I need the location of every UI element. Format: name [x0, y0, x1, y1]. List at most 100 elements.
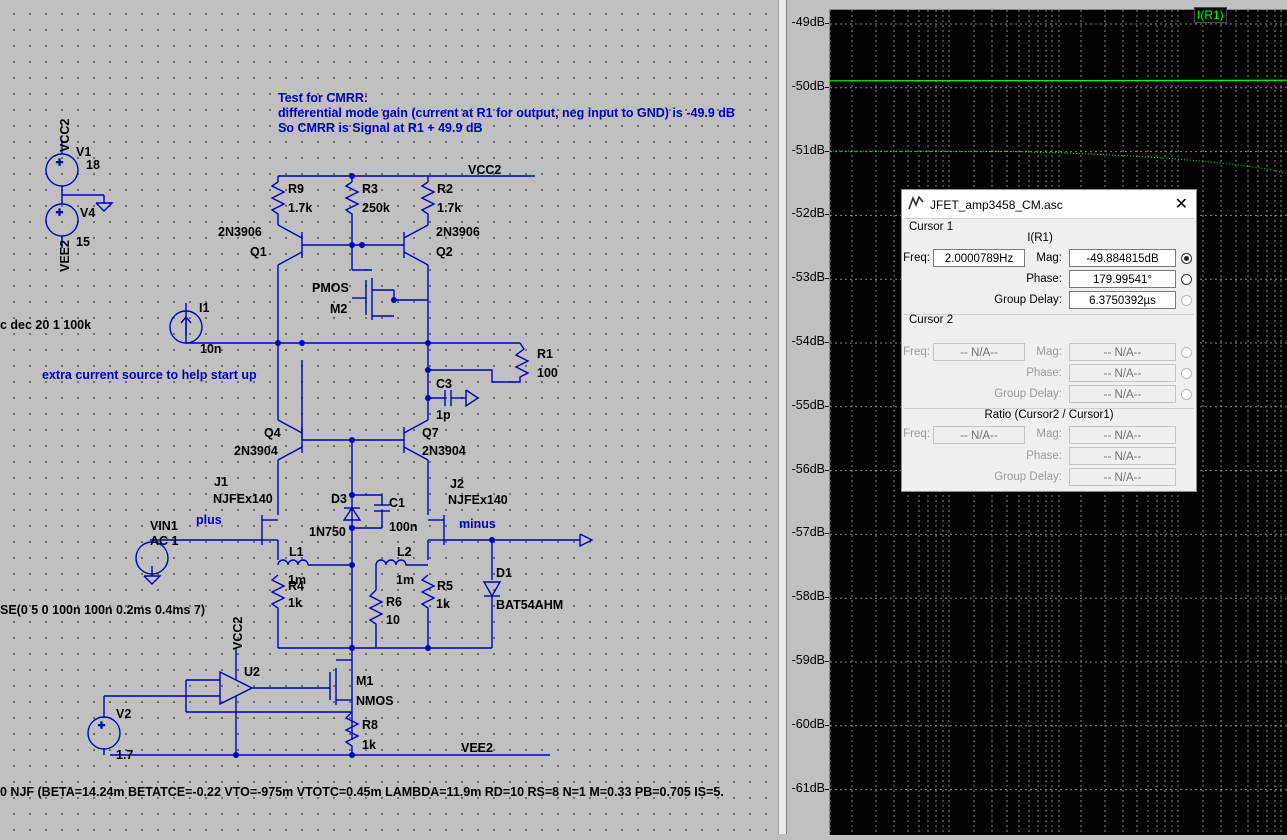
- part-L1[interactable]: L1: [289, 545, 304, 559]
- y-tick-label: -55dB: [791, 397, 825, 412]
- part-R3[interactable]: R3: [362, 182, 378, 196]
- part-I1[interactable]: I1: [199, 301, 209, 315]
- part-R1-value[interactable]: 100: [537, 366, 558, 380]
- part-R2[interactable]: R2: [437, 182, 453, 196]
- part-R5[interactable]: R5: [437, 579, 453, 593]
- part-C1[interactable]: C1: [389, 496, 405, 510]
- part-C1-value[interactable]: 100n: [389, 520, 418, 534]
- ratio-phase-field[interactable]: -- N/A--: [1069, 447, 1176, 465]
- part-R9-value[interactable]: 1.7k: [288, 201, 312, 215]
- cursor1-group-delay-field[interactable]: 6.3750392µs: [1069, 291, 1176, 309]
- part-V1-value[interactable]: 18: [86, 158, 100, 172]
- part-Q1-model[interactable]: 2N3906: [218, 225, 262, 239]
- pane-splitter[interactable]: [778, 0, 787, 834]
- cursor1-freq-field[interactable]: 2.0000789Hz: [933, 249, 1025, 267]
- cursor-dialog[interactable]: JFET_amp3458_CM.asc ✕ Cursor 1 I(R1) Fre…: [901, 189, 1197, 492]
- part-V4-value[interactable]: 15: [76, 235, 90, 249]
- part-C3-value[interactable]: 1p: [436, 408, 451, 422]
- part-C3[interactable]: C3: [436, 377, 452, 391]
- part-M1[interactable]: M1: [356, 674, 373, 688]
- part-V4[interactable]: V4: [80, 206, 95, 220]
- schematic-wires: [61, 140, 594, 756]
- model-directive[interactable]: 0 NJF (BETA=14.24m BETATCE=-0.22 VTO=-97…: [0, 785, 724, 799]
- part-R2-value[interactable]: 1.7k: [437, 201, 461, 215]
- freq-label: Freq:: [903, 252, 930, 264]
- ac-directive[interactable]: c dec 20 1 100k: [0, 318, 91, 332]
- net-label-vcc2-v1[interactable]: VCC2: [58, 119, 72, 152]
- ratio-group-delay-field[interactable]: -- N/A--: [1069, 468, 1176, 486]
- part-R4-value[interactable]: 1k: [288, 596, 302, 610]
- cursor2-group-delay-field[interactable]: -- N/A--: [1069, 385, 1176, 403]
- part-Q1[interactable]: Q1: [250, 245, 267, 259]
- ratio-group-delay-label: Group Delay:: [994, 471, 1062, 483]
- cursor2-group-delay-radio[interactable]: [1181, 389, 1192, 400]
- part-VIN1-value[interactable]: AC 1: [150, 534, 179, 548]
- cursor1-phase-field[interactable]: 179.99541°: [1069, 270, 1176, 288]
- part-R4[interactable]: R4: [288, 579, 304, 593]
- part-Q4-model[interactable]: 2N3904: [234, 444, 278, 458]
- cursor2-freq-label: Freq:: [903, 346, 930, 358]
- part-J1[interactable]: J1: [214, 475, 228, 489]
- net-label-vee2-v4[interactable]: VEE2: [58, 240, 72, 272]
- cursor2-freq-field[interactable]: -- N/A--: [933, 343, 1025, 361]
- part-M1-model[interactable]: NMOS: [356, 694, 394, 708]
- part-R1[interactable]: R1: [537, 347, 553, 361]
- part-J2[interactable]: J2: [450, 477, 464, 491]
- part-D1-model[interactable]: BAT54AHM: [496, 598, 563, 612]
- part-D3[interactable]: D3: [331, 492, 347, 506]
- cursor2-phase-field[interactable]: -- N/A--: [1069, 364, 1176, 382]
- phase-radio[interactable]: [1181, 274, 1192, 285]
- part-I1-value[interactable]: 10n: [200, 342, 222, 356]
- part-V2[interactable]: V2: [116, 707, 131, 721]
- net-label-plus[interactable]: plus: [196, 513, 222, 527]
- cursor2-mag-field[interactable]: -- N/A--: [1069, 343, 1176, 361]
- net-label-vcc2[interactable]: VCC2: [468, 163, 501, 177]
- part-R6-value[interactable]: 10: [386, 613, 400, 627]
- net-label-vee2[interactable]: VEE2: [461, 741, 493, 755]
- magnitude-trace[interactable]: [829, 79, 1287, 82]
- y-tick-label: -56dB: [791, 461, 825, 476]
- part-R5-value[interactable]: 1k: [436, 597, 450, 611]
- cursor1-mag-field[interactable]: -49.884815dB: [1069, 249, 1176, 267]
- part-L2[interactable]: L2: [397, 545, 412, 559]
- part-R3-value[interactable]: 250k: [362, 201, 390, 215]
- close-icon[interactable]: ✕: [1175, 194, 1188, 214]
- part-V2-value[interactable]: 1.7: [116, 748, 133, 762]
- ratio-mag-field[interactable]: -- N/A--: [1069, 426, 1176, 444]
- cursor2-phase-radio[interactable]: [1181, 368, 1192, 379]
- part-R8-value[interactable]: 1k: [362, 738, 376, 752]
- part-J1-model[interactable]: NJFEx140: [213, 492, 273, 506]
- net-label-minus[interactable]: minus: [459, 517, 496, 531]
- schematic-editor[interactable]: + + + Test for CMRR: differential mode g…: [0, 0, 778, 834]
- net-label-vcc2-u2[interactable]: VCC2: [231, 617, 245, 650]
- cursor1-heading: Cursor 1: [909, 221, 954, 233]
- ratio-freq-field[interactable]: -- N/A--: [933, 426, 1025, 444]
- mag-radio[interactable]: [1181, 253, 1192, 264]
- phase-trace[interactable]: [829, 150, 1287, 176]
- svg-text:+: +: [98, 718, 105, 732]
- schematic-canvas[interactable]: + + + Test for CMRR: differential mode g…: [0, 0, 778, 834]
- part-R8[interactable]: R8: [362, 718, 378, 732]
- part-V1[interactable]: V1: [76, 145, 91, 159]
- part-J2-model[interactable]: NJFEx140: [448, 493, 508, 507]
- part-Q2[interactable]: Q2: [436, 245, 453, 259]
- part-VIN1[interactable]: VIN1: [150, 519, 178, 533]
- part-R6[interactable]: R6: [386, 595, 402, 609]
- part-D3-model[interactable]: 1N750: [309, 525, 346, 539]
- part-Q2-model[interactable]: 2N3906: [436, 225, 480, 239]
- pulse-directive[interactable]: SE(0 5 0 100n 100n 0.2ms 0.4ms 7): [0, 603, 205, 617]
- part-L2-value[interactable]: 1m: [396, 573, 414, 587]
- part-Q4[interactable]: Q4: [264, 426, 281, 440]
- part-M2-model[interactable]: PMOS: [312, 281, 349, 295]
- part-R9[interactable]: R9: [288, 182, 304, 196]
- dialog-titlebar[interactable]: JFET_amp3458_CM.asc ✕: [902, 190, 1196, 218]
- part-M2[interactable]: M2: [330, 302, 347, 316]
- group-delay-radio[interactable]: [1181, 295, 1192, 306]
- cursor2-mag-radio[interactable]: [1181, 347, 1192, 358]
- trace-label[interactable]: I(R1): [1194, 7, 1227, 23]
- part-Q7[interactable]: Q7: [422, 426, 439, 440]
- part-D1[interactable]: D1: [496, 566, 512, 580]
- part-U2[interactable]: U2: [244, 665, 260, 679]
- part-Q7-model[interactable]: 2N3904: [422, 444, 466, 458]
- y-tick-label: -58dB: [791, 589, 825, 604]
